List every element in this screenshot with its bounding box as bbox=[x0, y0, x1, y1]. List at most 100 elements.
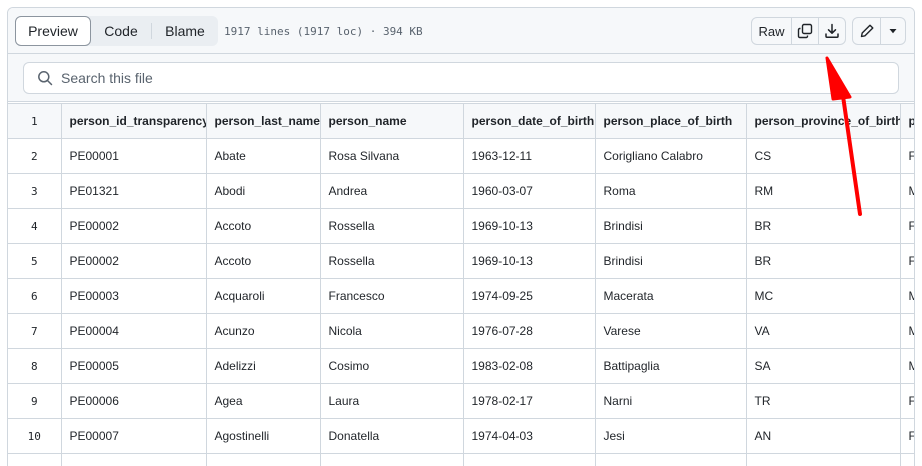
tab-code[interactable]: Code bbox=[91, 16, 151, 46]
table-cell: Agea bbox=[205, 383, 321, 419]
table-cell: Nicola bbox=[319, 313, 464, 349]
table-cell: 1960-03-07 bbox=[462, 173, 596, 209]
download-icon bbox=[825, 23, 839, 38]
triangle-down-icon bbox=[889, 29, 897, 34]
column-header: person_province_of_birth bbox=[745, 103, 901, 139]
table-row: 5 PE00002 Accoto Rossella 1969-10-13 Brindisi… bbox=[8, 243, 914, 279]
table-cell: Narni bbox=[594, 383, 747, 419]
table-cell: 1969-10-13 bbox=[462, 243, 596, 279]
line-number[interactable]: 1 bbox=[8, 103, 62, 139]
table-cell bbox=[319, 453, 464, 466]
column-header: person_date_of_birth bbox=[462, 103, 596, 139]
table-cell: Rosa Silvana bbox=[319, 138, 464, 174]
table-cell: RM bbox=[745, 173, 901, 209]
raw-actions: Raw bbox=[751, 17, 846, 45]
table-header-row: 1 person_id_transparency person_last_nam… bbox=[8, 103, 914, 139]
table-cell: 1976-07-28 bbox=[462, 313, 596, 349]
line-number[interactable]: 3 bbox=[8, 173, 62, 209]
tab-preview[interactable]: Preview bbox=[15, 16, 91, 46]
file-info: 1917 lines (1917 loc) · 394 KB bbox=[224, 25, 423, 38]
table-cell: TR bbox=[745, 383, 901, 419]
table-cell bbox=[745, 453, 901, 466]
table-cell: Cosimo bbox=[319, 348, 464, 384]
line-number[interactable]: 2 bbox=[8, 138, 62, 174]
table-cell: Laura bbox=[319, 383, 464, 419]
table-cell: PE00007 bbox=[60, 418, 207, 454]
download-raw-button[interactable] bbox=[818, 18, 845, 44]
table-row: 7PE00004AcunzoNicola1976-07-28VareseVAM bbox=[8, 313, 914, 349]
table-cell: PE00005 bbox=[60, 348, 207, 384]
line-number[interactable]: 9 bbox=[8, 383, 62, 419]
table-cell: M bbox=[899, 348, 914, 384]
table-cell: Macerata bbox=[594, 278, 747, 314]
line-number[interactable]: 6 bbox=[8, 278, 62, 314]
table-cell: Adelizzi bbox=[205, 348, 321, 384]
table-row: 2 PE00001 Abate Rosa Silvana 1963-12-11 Corig… bbox=[8, 138, 914, 174]
table-cell: PE00001 bbox=[60, 138, 207, 174]
column-header: person_id_transparency bbox=[60, 103, 207, 139]
table-cell: Jesi bbox=[594, 418, 747, 454]
csv-table: 1 person_id_transparency person_last_nam… bbox=[8, 103, 914, 466]
table-cell: F bbox=[899, 418, 914, 454]
table-cell: Brindisi bbox=[594, 243, 747, 279]
raw-button[interactable]: Raw bbox=[752, 18, 791, 44]
line-number[interactable]: 7 bbox=[8, 313, 62, 349]
table-row: 4 PE00002 Accoto Rossella 1969-10-13 Brindisi… bbox=[8, 208, 914, 244]
table-cell: F bbox=[899, 138, 914, 174]
column-header: person_place_of_birth bbox=[594, 103, 747, 139]
table-cell: VA bbox=[745, 313, 901, 349]
table-cell: 1963-12-11 bbox=[462, 138, 596, 174]
table-row: 8 PE00005 Adelizzi Cosimo 1983-02-08 Battipag… bbox=[8, 348, 914, 384]
file-toolbar: Preview Code Blame 1917 lines (1917 loc)… bbox=[8, 8, 914, 54]
line-number[interactable]: 4 bbox=[8, 208, 62, 244]
table-cell: 1978-02-17 bbox=[462, 383, 596, 419]
table-cell: Abate bbox=[205, 138, 321, 174]
table-cell bbox=[899, 453, 914, 466]
table-cell: BR bbox=[745, 208, 901, 244]
table-cell: M bbox=[899, 278, 914, 314]
table-cell: Agostinelli bbox=[205, 418, 321, 454]
table-row: 3PE01321AbodiAndrea1960-03-07RomaRMM bbox=[8, 173, 914, 209]
table-cell: PE00004 bbox=[60, 313, 207, 349]
line-number[interactable]: 10 bbox=[8, 418, 62, 454]
table-cell: 1974-09-25 bbox=[462, 278, 596, 314]
table-cell: F bbox=[899, 383, 914, 419]
table-cell: 1974-04-03 bbox=[462, 418, 596, 454]
table-cell: M bbox=[899, 313, 914, 349]
column-header: person_name bbox=[319, 103, 464, 139]
table-cell: Varese bbox=[594, 313, 747, 349]
table-cell bbox=[594, 453, 747, 466]
table-cell: PE00006 bbox=[60, 383, 207, 419]
table-cell: CS bbox=[745, 138, 901, 174]
table-cell bbox=[60, 453, 207, 466]
file-viewer: Preview Code Blame 1917 lines (1917 loc)… bbox=[7, 7, 915, 466]
search-box[interactable] bbox=[23, 62, 899, 94]
table-row: 6 PE00003 Acquaroli Francesco 1974-09-25 Mace… bbox=[8, 278, 914, 314]
table-row: 10 PE00007 Agostinelli Donatella 1974-04-03 J… bbox=[8, 418, 914, 454]
copy-raw-button[interactable] bbox=[791, 18, 818, 44]
pencil-icon bbox=[860, 24, 873, 38]
table-cell: M bbox=[899, 173, 914, 209]
edit-actions bbox=[852, 17, 906, 45]
line-number[interactable]: 8 bbox=[8, 348, 62, 384]
table-cell: Acquaroli bbox=[205, 278, 321, 314]
table-cell: F bbox=[899, 243, 914, 279]
table-cell: Abodi bbox=[205, 173, 321, 209]
table-cell: F bbox=[899, 208, 914, 244]
table-cell: Accoto bbox=[205, 208, 321, 244]
table-cell: Acunzo bbox=[205, 313, 321, 349]
tab-blame[interactable]: Blame bbox=[152, 16, 218, 46]
edit-options-dropdown[interactable] bbox=[880, 18, 905, 44]
table-cell: PE01321 bbox=[60, 173, 207, 209]
table-cell: BR bbox=[745, 243, 901, 279]
table-cell: MC bbox=[745, 278, 901, 314]
search-input[interactable] bbox=[61, 70, 898, 86]
edit-file-button[interactable] bbox=[853, 18, 880, 44]
view-mode-switch: Preview Code Blame bbox=[15, 16, 218, 46]
table-cell: AN bbox=[745, 418, 901, 454]
table-cell bbox=[8, 453, 62, 466]
line-number[interactable]: 5 bbox=[8, 243, 62, 279]
table-cell: Francesco bbox=[319, 278, 464, 314]
column-header: p bbox=[899, 103, 914, 139]
table-cell: Rossella bbox=[319, 243, 464, 279]
